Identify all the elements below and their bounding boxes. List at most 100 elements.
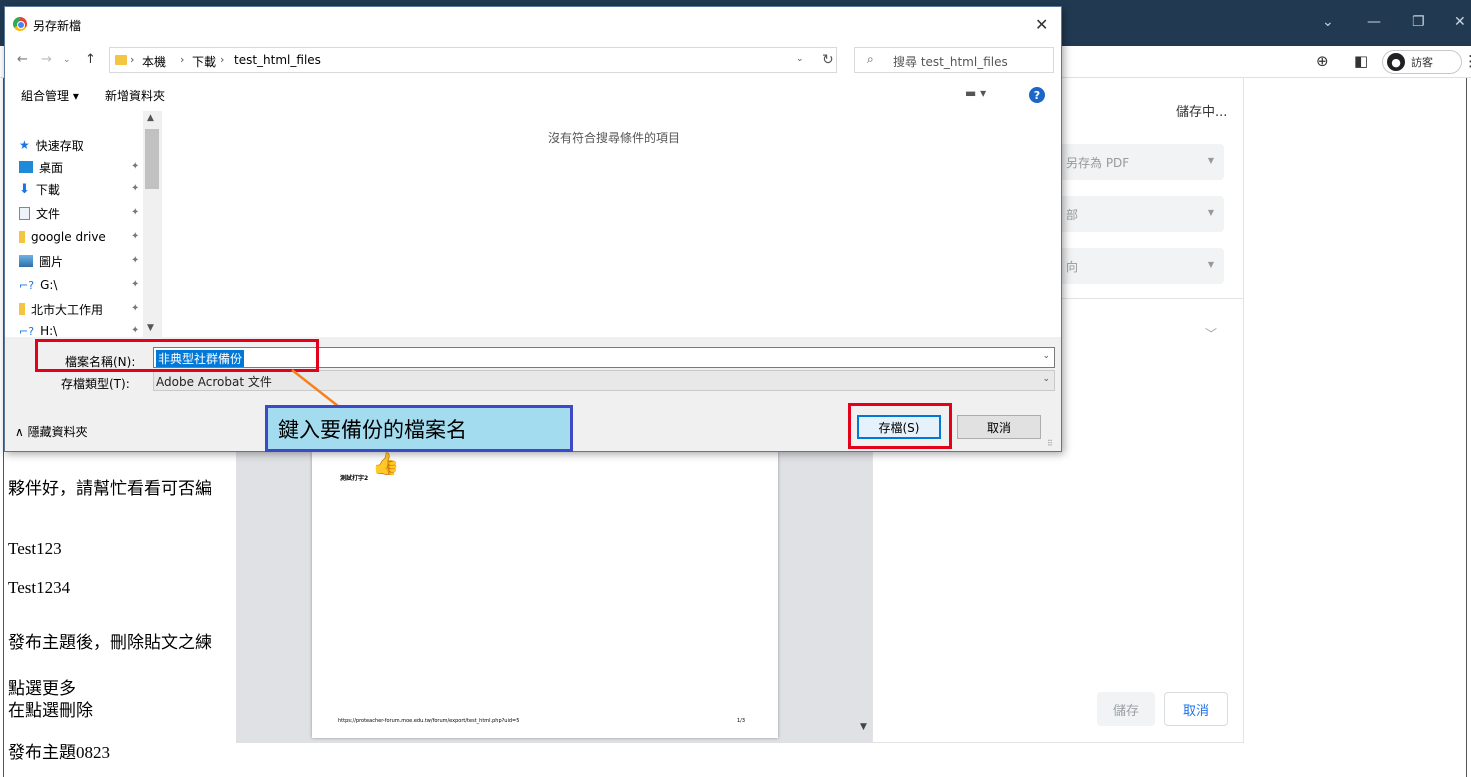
thumbs-up-icon: 👍	[372, 452, 400, 477]
nav-item-label: 圖片	[39, 254, 64, 269]
breadcrumb-item[interactable]: 本機	[142, 53, 166, 70]
pin-icon[interactable]: ✦	[131, 207, 139, 218]
forward-icon[interactable]: →	[41, 52, 52, 67]
filetype-select[interactable]: Adobe Acrobat 文件 ⌄	[153, 370, 1055, 391]
nav-item-downloads[interactable]: ⬇ 下載	[19, 179, 60, 199]
pin-icon[interactable]: ✦	[131, 279, 139, 290]
zoom-icon[interactable]: ⊕	[1316, 52, 1329, 70]
nav-item-drive-g[interactable]: ⌐? G:\	[19, 275, 57, 295]
nav-item-label: 文件	[36, 206, 61, 221]
chevron-down-icon: ▼	[1207, 208, 1214, 217]
chevron-right-icon[interactable]: ›	[130, 53, 134, 66]
saving-status: 儲存中...	[1176, 105, 1228, 120]
pin-icon[interactable]: ✦	[131, 161, 139, 172]
resize-grip-icon[interactable]: ⠿	[1047, 439, 1053, 448]
filetype-label: 存檔類型(T):	[61, 377, 130, 391]
nav-scrollbar[interactable]: ▲ ▼	[143, 111, 161, 337]
folder-icon	[115, 55, 127, 65]
pages-select[interactable]: 部 ▼	[1058, 196, 1224, 232]
minimize-icon[interactable]: —	[1367, 14, 1381, 30]
pages-value: 部	[1066, 208, 1079, 222]
chevron-right-icon[interactable]: ›	[180, 53, 184, 66]
up-icon[interactable]: ↑	[85, 52, 96, 67]
new-folder-button[interactable]: 新增資料夾	[105, 87, 165, 104]
layout-select[interactable]: 向 ▼	[1058, 248, 1224, 284]
profile-chip[interactable]: ● 訪客	[1382, 50, 1462, 74]
refresh-icon[interactable]: ↻	[822, 52, 834, 68]
nav-item-label: 桌面	[39, 160, 64, 175]
page-text-line: 發布主題後，刪除貼文之練	[8, 633, 212, 652]
breadcrumb-item[interactable]: test_html_files	[234, 53, 321, 67]
preview-sheet-text: 測試打字2	[340, 475, 369, 482]
scroll-up-icon[interactable]: ▲	[147, 113, 154, 123]
page-border	[1466, 78, 1467, 777]
more-settings-chevron-icon[interactable]: ﹀	[1205, 325, 1217, 342]
search-placeholder: 搜尋 test_html_files	[893, 55, 1008, 69]
back-icon[interactable]: ←	[17, 52, 28, 67]
pin-icon[interactable]: ✦	[131, 183, 139, 194]
folder-icon	[19, 231, 25, 243]
pin-icon[interactable]: ✦	[131, 231, 139, 242]
nav-item-desktop[interactable]: 桌面	[19, 157, 63, 177]
cancel-button[interactable]: 取消	[957, 415, 1041, 439]
view-options-icon[interactable]: ▬ ▾	[965, 86, 986, 100]
document-icon	[19, 206, 30, 220]
nav-item-documents[interactable]: 文件	[19, 203, 60, 223]
nav-item-label: 快速存取	[35, 138, 84, 153]
print-save-button[interactable]: 儲存	[1097, 692, 1155, 726]
address-bar[interactable]: › 本機 › 下載 › test_html_files ⌄ ↻	[109, 47, 837, 73]
chevron-down-icon: ▼	[1207, 260, 1214, 269]
close-icon[interactable]: ✕	[1454, 14, 1466, 30]
nav-item-work-folder[interactable]: 北市大工作用	[19, 299, 103, 319]
destination-value: 另存為 PDF	[1066, 156, 1130, 170]
help-icon[interactable]: ?	[1029, 87, 1045, 103]
search-input[interactable]: ⌕ 搜尋 test_html_files	[854, 47, 1054, 73]
chevron-down-icon[interactable]: ⌄	[796, 54, 804, 64]
close-icon[interactable]: ✕	[1035, 15, 1048, 34]
desktop-icon	[19, 161, 33, 173]
print-cancel-button[interactable]: 取消	[1164, 692, 1228, 726]
save-as-dialog: 另存新檔 ✕ ← → ⌄ ↑ › 本機 › 下載 › test_html_fil…	[4, 6, 1062, 452]
recent-chevron-icon[interactable]: ⌄	[63, 55, 71, 65]
chevron-down-icon[interactable]: ⌄	[1042, 374, 1050, 384]
dialog-title-bar: 另存新檔 ✕	[5, 7, 1061, 43]
nav-item-label: 下載	[35, 182, 60, 197]
nav-item-label: G:\	[40, 278, 58, 292]
organize-button[interactable]: 組合管理 ▾	[21, 87, 79, 104]
chevron-down-icon: ▼	[1207, 156, 1214, 165]
page-text-line: 夥伴好，請幫忙看看可否編	[8, 479, 212, 498]
chevron-right-icon[interactable]: ›	[220, 53, 224, 66]
scroll-down-icon[interactable]: ▼	[147, 323, 154, 333]
more-menu-icon[interactable]: ⋮	[1463, 52, 1471, 70]
breadcrumb-item[interactable]: 下載	[192, 53, 216, 70]
page-text-line: Test1234	[8, 578, 71, 597]
dialog-nav-bar: ← → ⌄ ↑ › 本機 › 下載 › test_html_files ⌄ ↻ …	[5, 43, 1061, 77]
destination-select[interactable]: 另存為 PDF ▼	[1058, 144, 1224, 180]
scrollbar-thumb[interactable]	[145, 129, 159, 189]
navigation-pane: ★ 快速存取 桌面 ✦ ⬇ 下載 ✦ 文件 ✦ google drive ✦ 圖…	[5, 111, 161, 338]
pin-icon[interactable]: ✦	[131, 303, 139, 314]
scroll-down-icon[interactable]: ▼	[860, 722, 867, 732]
guest-label: 訪客	[1411, 56, 1433, 69]
restore-icon[interactable]: ❐	[1412, 14, 1425, 30]
page-text-line: 發布主題0823	[8, 743, 110, 762]
avatar-icon: ●	[1387, 53, 1405, 71]
chevron-down-icon[interactable]: ⌄	[1042, 351, 1050, 361]
pin-icon[interactable]: ✦	[131, 325, 139, 336]
nav-item-google-drive[interactable]: google drive	[19, 227, 106, 247]
dialog-command-bar: 組合管理 ▾ 新增資料夾 ▬ ▾ ?	[5, 77, 1061, 111]
nav-item-pictures[interactable]: 圖片	[19, 251, 63, 271]
side-panel-icon[interactable]: ◧	[1354, 52, 1368, 70]
empty-results-message: 沒有符合搜尋條件的項目	[548, 131, 681, 145]
hide-folders-toggle[interactable]: ∧ 隱藏資料夾	[15, 423, 88, 440]
page-text-line: 在點選刪除	[8, 701, 93, 720]
nav-item-label: google drive	[31, 230, 106, 244]
tab-search-icon[interactable]: ⌄	[1322, 14, 1334, 30]
nav-item-label: 北市大工作用	[31, 302, 104, 317]
pin-icon[interactable]: ✦	[131, 255, 139, 266]
highlight-filename	[35, 339, 319, 372]
file-list-pane[interactable]: 沒有符合搜尋條件的項目	[161, 111, 1061, 337]
nav-item-quick-access[interactable]: ★ 快速存取	[19, 135, 84, 155]
preview-page-number: 1/3	[737, 718, 746, 724]
annotation-callout: 鍵入要備份的檔案名	[265, 405, 573, 452]
